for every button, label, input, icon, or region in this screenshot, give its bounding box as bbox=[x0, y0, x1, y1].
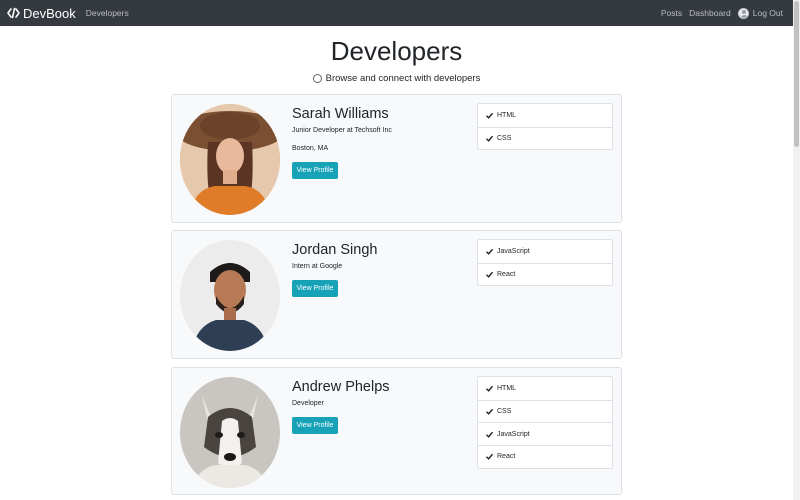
profile-status: Intern at Google bbox=[292, 263, 343, 270]
check-icon bbox=[486, 408, 493, 415]
scrollbar[interactable] bbox=[793, 0, 800, 500]
page-lead: Browse and connect with developers bbox=[0, 73, 793, 84]
skill-label: JavaScript bbox=[497, 430, 530, 438]
check-icon bbox=[486, 385, 493, 392]
skill-item: JavaScript bbox=[478, 422, 612, 445]
skill-label: React bbox=[497, 271, 516, 279]
profile-photo[interactable] bbox=[180, 104, 280, 215]
skills-list: HTML CSS bbox=[477, 103, 613, 151]
nav-link-posts[interactable]: Posts bbox=[661, 8, 682, 18]
profile-name: Sarah Williams bbox=[292, 106, 389, 122]
scrollbar-thumb[interactable] bbox=[794, 1, 799, 147]
profile-name: Andrew Phelps bbox=[292, 379, 390, 395]
check-icon bbox=[486, 135, 493, 142]
skill-item: CSS bbox=[478, 126, 612, 150]
navbar: DevBook Developers Posts Dashboard Log O… bbox=[0, 0, 793, 26]
skill-item: HTML bbox=[478, 104, 612, 127]
nav-link-developers[interactable]: Developers bbox=[86, 8, 129, 18]
skill-item: HTML bbox=[478, 377, 612, 400]
profile-photo[interactable] bbox=[180, 377, 280, 488]
skill-item: JavaScript bbox=[478, 240, 612, 263]
brand-link[interactable]: DevBook bbox=[7, 6, 76, 21]
check-icon bbox=[486, 431, 493, 438]
check-icon bbox=[486, 248, 493, 255]
profile-location: Boston, MA bbox=[292, 145, 329, 152]
skill-label: JavaScript bbox=[497, 247, 530, 255]
logout-link[interactable]: Log Out bbox=[753, 8, 783, 18]
profile-name: Jordan Singh bbox=[292, 242, 378, 258]
navbar-right: Posts Dashboard Log Out bbox=[654, 7, 783, 19]
skill-label: React bbox=[497, 453, 516, 461]
code-icon bbox=[7, 7, 20, 19]
view-profile-button[interactable]: View Profile bbox=[292, 417, 338, 434]
brand-label: DevBook bbox=[23, 5, 76, 21]
view-profile-button[interactable]: View Profile bbox=[292, 162, 338, 179]
skills-list: HTML CSS JavaScript React bbox=[477, 376, 613, 469]
profile-photo[interactable] bbox=[180, 240, 280, 351]
skill-label: HTML bbox=[497, 384, 517, 392]
check-icon bbox=[486, 271, 493, 278]
user-avatar-icon[interactable] bbox=[737, 7, 749, 19]
skill-label: CSS bbox=[497, 408, 512, 416]
view-profile-button[interactable]: View Profile bbox=[292, 280, 338, 297]
profile-card: Andrew Phelps Developer View Profile HTM… bbox=[171, 367, 622, 495]
nav-link-dashboard[interactable]: Dashboard bbox=[689, 8, 731, 18]
skills-list: JavaScript React bbox=[477, 239, 613, 287]
page-title: Developers bbox=[330, 36, 463, 66]
check-icon bbox=[486, 453, 493, 461]
navbar-left: DevBook Developers bbox=[7, 6, 129, 21]
skill-item: React bbox=[478, 445, 612, 468]
skill-item: React bbox=[478, 262, 612, 286]
skill-label: HTML bbox=[497, 111, 517, 119]
skill-label: CSS bbox=[497, 135, 512, 143]
connect-icon bbox=[312, 74, 322, 83]
profile-card: Jordan Singh Intern at Google View Profi… bbox=[171, 230, 622, 359]
page-lead-text: Browse and connect with developers bbox=[325, 73, 481, 84]
profile-card: Sarah Williams Junior Developer at Techs… bbox=[171, 94, 622, 223]
skill-item: CSS bbox=[478, 399, 612, 423]
check-icon bbox=[486, 112, 493, 119]
profile-status: Junior Developer at Techsoft Inc bbox=[292, 127, 392, 134]
profile-status: Developer bbox=[292, 400, 324, 407]
